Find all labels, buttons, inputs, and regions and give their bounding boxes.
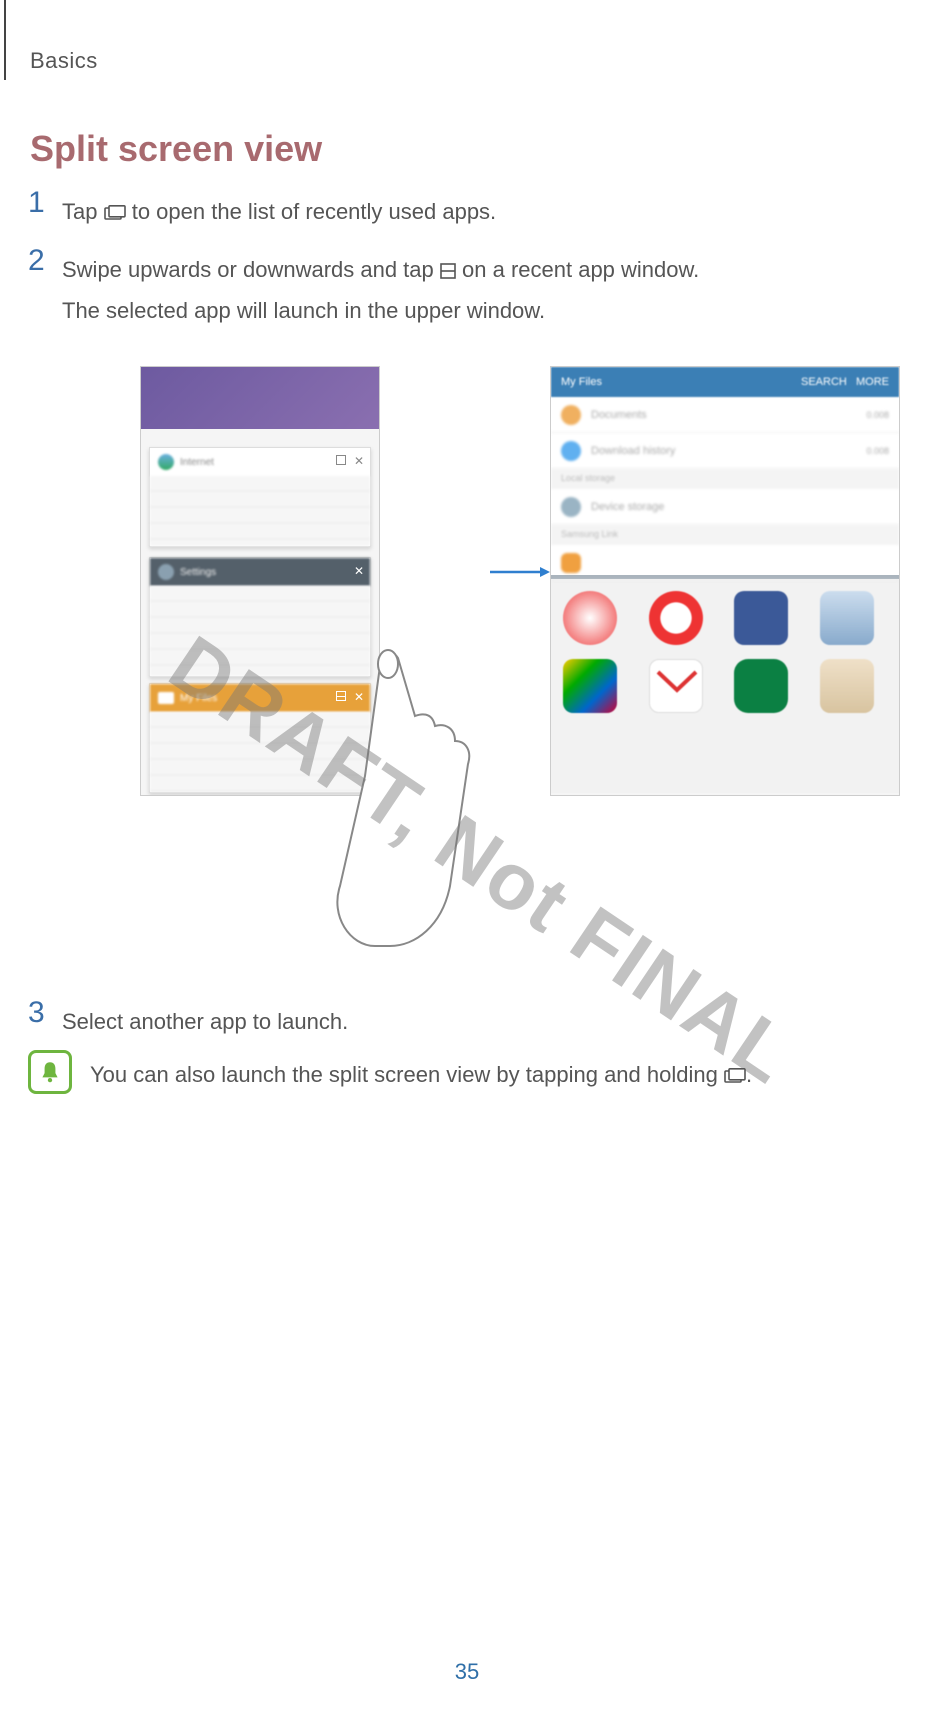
lower-window-app-picker bbox=[551, 579, 899, 793]
myfiles-titlebar: My Files SEARCH MORE bbox=[551, 367, 899, 397]
app-icon-instagram bbox=[820, 659, 874, 713]
list-item: Device storage bbox=[551, 489, 899, 525]
app-icon-hangouts bbox=[734, 659, 788, 713]
close-icon: ✕ bbox=[354, 690, 364, 704]
status-bar bbox=[141, 367, 379, 429]
arrow-right-icon bbox=[490, 566, 550, 578]
page-number: 35 bbox=[0, 1659, 934, 1685]
action: MORE bbox=[856, 376, 889, 388]
app-icon-at bbox=[649, 591, 703, 645]
list-item: Download history 0.008 bbox=[551, 433, 899, 469]
app-icon-facebook bbox=[734, 591, 788, 645]
step-text-pre: Tap bbox=[62, 199, 104, 224]
note-text-pre: You can also launch the split screen vie… bbox=[90, 1062, 724, 1087]
phone-before: Internet ✕ Settings ✕ My Files ✕ bbox=[140, 366, 380, 796]
list-item bbox=[551, 545, 899, 581]
left-rule bbox=[4, 0, 6, 80]
upper-window: My Files SEARCH MORE Documents 0.008 Dow… bbox=[551, 367, 899, 579]
title: My Files bbox=[561, 376, 602, 388]
step-1: 1 Tap to open the list of recently used … bbox=[28, 188, 908, 234]
note-text: You can also launch the split screen vie… bbox=[90, 1050, 752, 1095]
step-body: Swipe upwards or downwards and tap on a … bbox=[62, 246, 699, 331]
step-body: Tap to open the list of recently used ap… bbox=[62, 188, 496, 234]
tip-note: You can also launch the split screen vie… bbox=[28, 1050, 908, 1095]
split-screen-icon bbox=[336, 455, 346, 465]
list-item: Documents 0.008 bbox=[551, 397, 899, 433]
card-header: Settings bbox=[150, 558, 370, 586]
phone-after: My Files SEARCH MORE Documents 0.008 Dow… bbox=[550, 366, 900, 796]
split-screen-icon bbox=[336, 691, 346, 701]
bell-icon bbox=[28, 1050, 72, 1094]
close-icon: ✕ bbox=[354, 454, 364, 468]
step-text-post: on a recent app window. bbox=[462, 257, 699, 282]
recent-card-internet: Internet ✕ bbox=[149, 447, 371, 547]
app-icon-gallery bbox=[563, 659, 617, 713]
step-3: 3 Select another app to launch. bbox=[28, 998, 908, 1054]
step-text-line2: The selected app will launch in the uppe… bbox=[62, 298, 545, 323]
step-number: 2 bbox=[28, 246, 62, 276]
section-header: Local storage bbox=[551, 469, 899, 489]
app-grid bbox=[563, 591, 887, 713]
note-text-post: . bbox=[746, 1062, 752, 1087]
split-screen-icon bbox=[440, 252, 456, 292]
steps-list: 1 Tap to open the list of recently used … bbox=[28, 188, 908, 343]
step-number: 3 bbox=[28, 998, 62, 1028]
page-heading: Split screen view bbox=[30, 128, 322, 170]
step-text: Select another app to launch. bbox=[62, 1009, 348, 1034]
app-icon-chrome bbox=[563, 591, 617, 645]
section-header: Samsung Link bbox=[551, 525, 899, 545]
step-text-post: to open the list of recently used apps. bbox=[132, 199, 496, 224]
recent-card-settings: Settings ✕ bbox=[149, 557, 371, 677]
app-icon-gmail bbox=[649, 659, 703, 713]
recent-apps-icon bbox=[104, 194, 126, 234]
close-icon: ✕ bbox=[354, 564, 364, 578]
step-2: 2 Swipe upwards or downwards and tap on … bbox=[28, 246, 908, 331]
step-text-pre: Swipe upwards or downwards and tap bbox=[62, 257, 440, 282]
action: SEARCH bbox=[801, 376, 847, 388]
instruction-figure: Internet ✕ Settings ✕ My Files ✕ bbox=[140, 366, 900, 946]
app-icon-galaxy bbox=[820, 591, 874, 645]
recent-card-myfiles: My Files ✕ bbox=[149, 683, 371, 793]
chapter-header: Basics bbox=[30, 48, 98, 74]
recent-apps-icon bbox=[724, 1058, 746, 1095]
step-body: Select another app to launch. bbox=[62, 998, 348, 1042]
step-number: 1 bbox=[28, 188, 62, 218]
